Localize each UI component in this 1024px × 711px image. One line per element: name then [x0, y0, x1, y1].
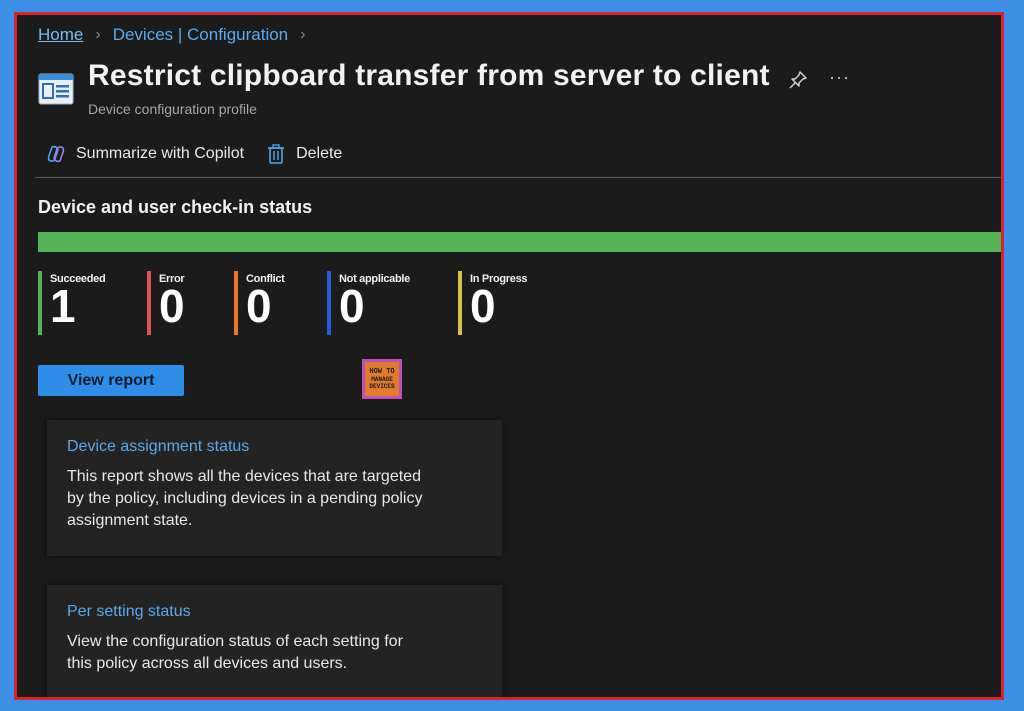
app-content: Home › Devices | Configuration › Restric…	[17, 15, 1001, 697]
summarize-copilot-label: Summarize with Copilot	[76, 145, 245, 162]
card-description: This report shows all the devices that a…	[67, 468, 423, 529]
stat-value: 0	[339, 280, 365, 332]
toolbar: Summarize with Copilot Delete	[46, 143, 364, 165]
configuration-profile-icon	[38, 73, 74, 105]
copilot-icon	[47, 145, 65, 163]
trash-icon	[268, 144, 285, 164]
card-title[interactable]: Per setting status	[67, 603, 482, 621]
delete-label: Delete	[296, 145, 343, 162]
logo-text: HOW TO	[369, 368, 395, 376]
stat-error[interactable]: Error 0	[147, 271, 185, 335]
stat-value: 0	[246, 280, 272, 332]
view-report-button[interactable]: View report	[38, 365, 184, 396]
breadcrumb-home-link[interactable]: Home	[38, 25, 83, 45]
device-assignment-status-card[interactable]: Device assignment status This report sho…	[47, 420, 502, 556]
stat-not-applicable[interactable]: Not applicable 0	[327, 271, 410, 335]
checkin-status-bar	[38, 232, 1001, 252]
stat-succeeded[interactable]: Succeeded 1	[38, 271, 106, 335]
summarize-copilot-button[interactable]: Summarize with Copilot	[46, 144, 244, 164]
per-setting-status-card[interactable]: Per setting status View the configuratio…	[47, 585, 502, 697]
page-subtitle: Device configuration profile	[88, 101, 257, 117]
more-options-icon[interactable]: ···	[829, 67, 850, 88]
app-frame: Home › Devices | Configuration › Restric…	[14, 12, 1004, 700]
stat-value: 1	[50, 280, 76, 332]
stat-conflict[interactable]: Conflict 0	[234, 271, 285, 335]
page-title: Restrict clipboard transfer from server …	[88, 59, 770, 92]
chevron-right-icon: ›	[300, 26, 306, 43]
logo-text: MANAGE	[371, 376, 393, 383]
card-description: View the configuration status of each se…	[67, 633, 403, 672]
how-to-manage-devices-logo: HOW TO MANAGE DEVICES	[362, 359, 402, 399]
checkin-section-title: Device and user check-in status	[38, 197, 313, 217]
stat-in-progress[interactable]: In Progress 0	[458, 271, 528, 335]
logo-text: DEVICES	[369, 383, 395, 390]
breadcrumb-devices-link[interactable]: Devices | Configuration	[113, 25, 288, 45]
delete-button[interactable]: Delete	[266, 143, 342, 165]
chevron-right-icon: ›	[95, 26, 101, 43]
stat-value: 0	[159, 280, 185, 332]
breadcrumb: Home › Devices | Configuration ›	[38, 25, 317, 45]
pin-icon[interactable]	[787, 69, 809, 91]
toolbar-divider	[35, 177, 1001, 178]
stat-value: 0	[470, 280, 496, 332]
card-title[interactable]: Device assignment status	[67, 438, 482, 456]
